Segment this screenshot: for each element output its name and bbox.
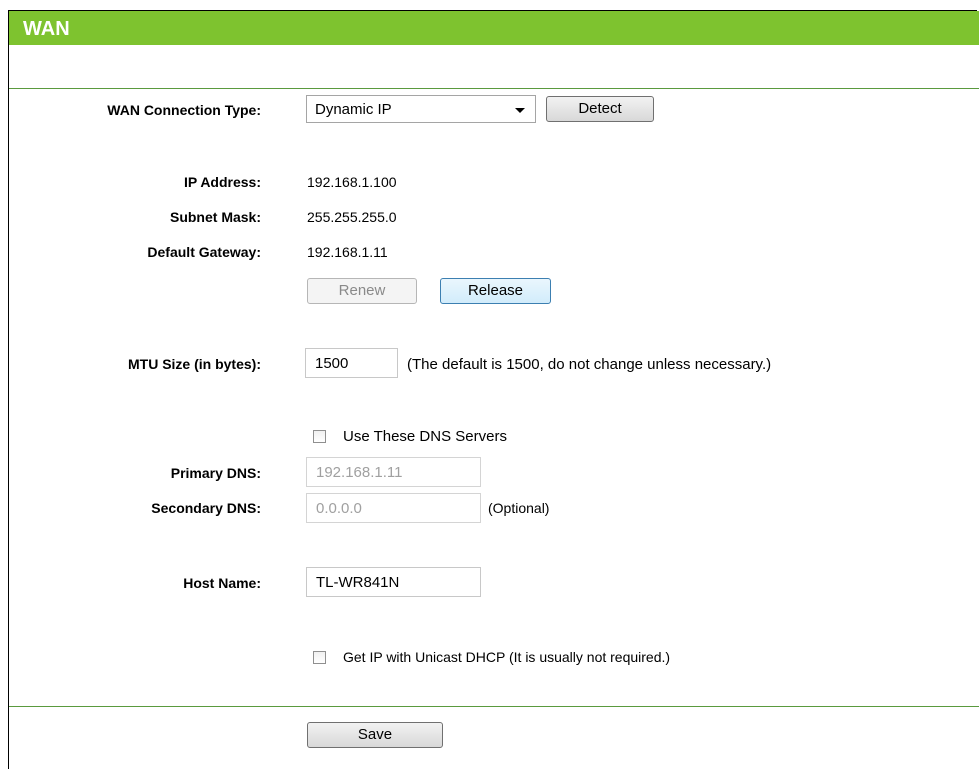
renew-button[interactable]: Renew (307, 278, 417, 304)
release-button[interactable]: Release (440, 278, 551, 304)
secondary-dns-input[interactable] (306, 493, 481, 523)
wan-connection-type-label: WAN Connection Type: (107, 102, 261, 118)
host-name-input[interactable] (306, 567, 481, 597)
primary-dns-label: Primary DNS: (170, 465, 261, 481)
title-bar: WAN (9, 11, 979, 45)
use-dns-servers-label: Use These DNS Servers (343, 428, 507, 445)
top-divider (9, 88, 979, 89)
chevron-down-icon (515, 108, 525, 113)
save-button[interactable]: Save (307, 722, 443, 748)
unicast-dhcp-checkbox[interactable] (313, 651, 326, 664)
default-gateway-value: 192.168.1.11 (307, 244, 388, 260)
mtu-hint: (The default is 1500, do not change unle… (407, 356, 772, 373)
mtu-size-label: MTU Size (in bytes): (127, 356, 261, 372)
ip-address-value: 192.168.1.100 (307, 174, 397, 190)
optional-label: (Optional) (488, 500, 550, 516)
default-gateway-label: Default Gateway: (147, 244, 261, 260)
wan-connection-type-value: Dynamic IP (315, 101, 392, 118)
host-name-label: Host Name: (183, 575, 261, 591)
use-dns-servers-checkbox[interactable] (313, 430, 326, 443)
detect-button[interactable]: Detect (546, 96, 654, 122)
mtu-size-input[interactable] (305, 348, 398, 378)
primary-dns-input[interactable] (306, 457, 481, 487)
ip-address-label: IP Address: (183, 174, 261, 190)
wan-connection-type-select[interactable]: Dynamic IP (306, 95, 536, 123)
subnet-mask-value: 255.255.255.0 (307, 209, 397, 225)
subnet-mask-label: Subnet Mask: (169, 209, 261, 225)
secondary-dns-label: Secondary DNS: (151, 500, 261, 516)
unicast-dhcp-label: Get IP with Unicast DHCP (It is usually … (343, 649, 671, 665)
page-title: WAN (23, 18, 70, 40)
bottom-divider (9, 706, 979, 707)
